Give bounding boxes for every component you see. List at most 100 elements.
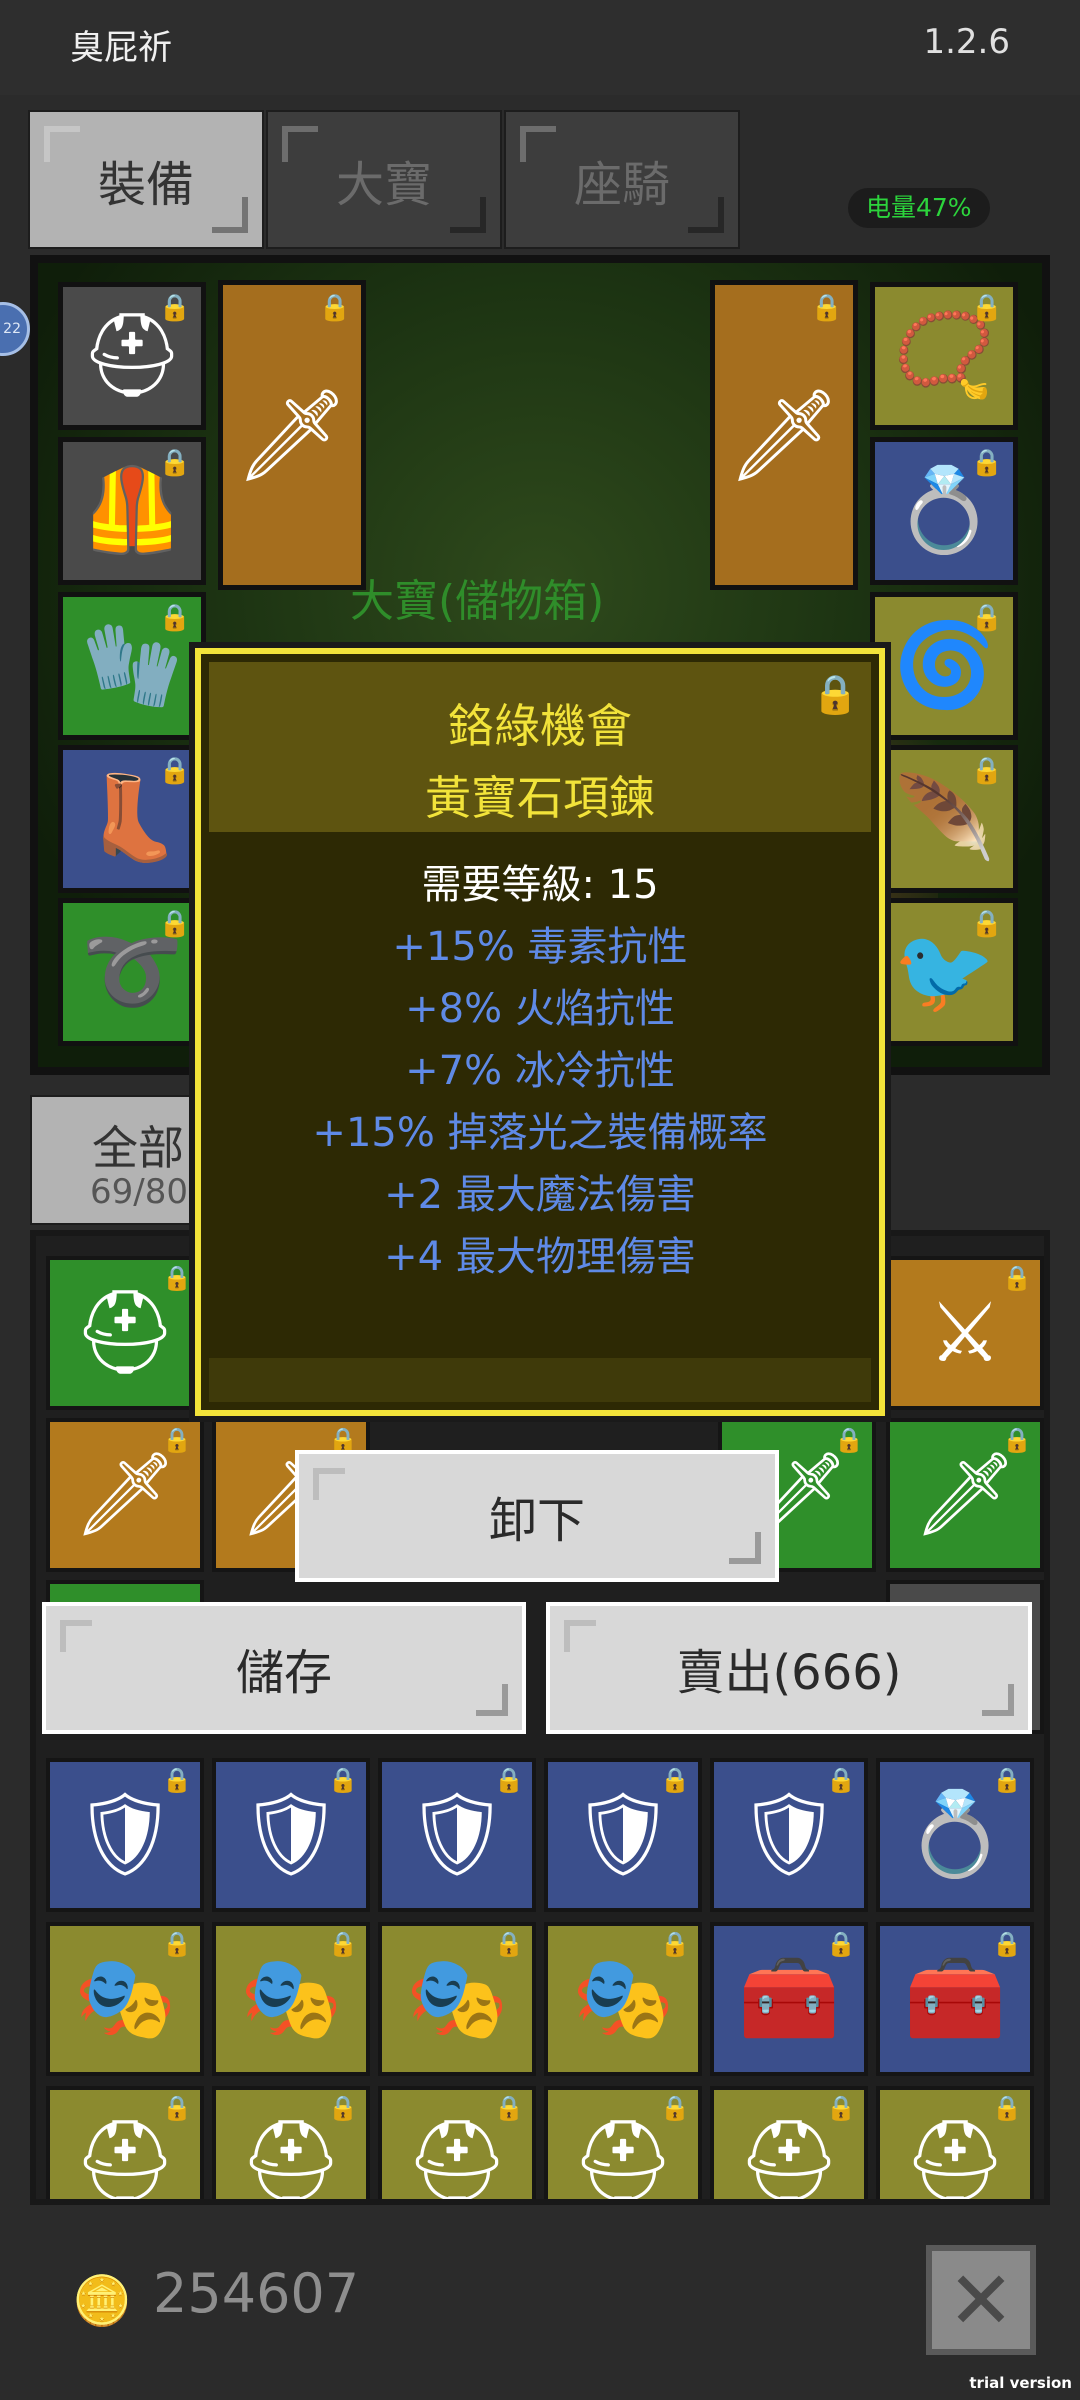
belt-slot[interactable]: ➰ 🔒 — [58, 898, 206, 1046]
shield-icon: 🛡 — [404, 1787, 510, 1882]
helmet-icon: ⛑ — [902, 2115, 1008, 2205]
inventory-slot[interactable]: ⛑ 🔒 — [544, 2086, 702, 2199]
item-name: 黃寶石項鍊 — [425, 771, 655, 825]
shield-icon: 🛡 — [72, 1787, 178, 1882]
lock-icon: 🔒 — [660, 1930, 690, 1958]
lock-icon: 🔒 — [970, 756, 1003, 786]
close-button[interactable]: ✕ — [926, 2245, 1036, 2355]
inventory-slot[interactable]: ⛑ 🔒 — [378, 2086, 536, 2205]
dagger-icon: 🗡 — [912, 1447, 1018, 1542]
gloves-slot[interactable]: 🧤 🔒 — [58, 592, 206, 740]
lock-icon: 🔒 — [970, 293, 1003, 323]
stat-line: +15% 毒素抗性 — [392, 924, 688, 970]
shield-icon: 🛡 — [736, 1787, 842, 1882]
sword-icon: 🗡 — [72, 1447, 178, 1542]
tooltip-footer — [209, 1358, 871, 1402]
lock-icon: 🔒 — [328, 2094, 358, 2122]
lock-icon: 🔒 — [162, 2094, 192, 2122]
lock-icon: 🔒 — [158, 756, 191, 786]
lock-icon: 🔒 — [158, 293, 191, 323]
tab-equipment[interactable]: 裝備 — [28, 110, 264, 249]
left-weapon-slot[interactable]: 🗡 🔒 — [218, 280, 366, 590]
inventory-slot[interactable]: 🛡 🔒 — [378, 1758, 536, 1912]
version-label: 1.2.6 — [923, 22, 1010, 62]
helmet-icon: ⛑ — [238, 2115, 344, 2205]
tab-treasure[interactable]: 大寶 — [266, 110, 502, 249]
inventory-slot[interactable]: ⚔ 🔒 — [886, 1256, 1044, 1410]
mask-icon: 🎭 — [405, 1951, 509, 2046]
amulet-slot[interactable]: 🌀 🔒 — [870, 592, 1018, 740]
helmet-icon: ⛑ — [72, 1285, 178, 1380]
lock-icon: 🔒 — [992, 1930, 1022, 1958]
boots-slot[interactable]: 👢 🔒 — [58, 745, 206, 893]
inventory-slot[interactable]: ⛑ 🔒 — [710, 2086, 868, 2199]
inventory-slot[interactable]: ⛑ 🔒 — [212, 2086, 370, 2205]
lock-icon: 🔒 — [1002, 1426, 1032, 1454]
storage-label[interactable]: 大寶(儲物箱) — [350, 565, 604, 629]
lock-icon: 🔒 — [494, 1766, 524, 1794]
lock-icon: 🔒 — [970, 448, 1003, 478]
inventory-slot[interactable]: 🎭 🔒 — [212, 1922, 370, 2076]
lock-icon: 🔒 — [328, 1930, 358, 1958]
helmet-icon: ⛑ — [404, 2115, 510, 2205]
inventory-count: 69/80 — [90, 1172, 188, 1212]
right-weapon-slot[interactable]: 🗡 🔒 — [710, 280, 858, 590]
inventory-slot[interactable]: 🗡 🔒 — [46, 1418, 204, 1572]
inventory-slot[interactable]: 🛡 🔒 — [212, 1758, 370, 1912]
lock-icon: 🔒 — [992, 1766, 1022, 1794]
lock-icon: 🔒 — [834, 1426, 864, 1454]
inventory-slot[interactable]: 🧰 🔒 — [876, 1922, 1034, 2076]
side-badge[interactable]: 22 — [0, 302, 30, 356]
inventory-slot[interactable]: ⛑ 🔒 — [46, 2086, 204, 2199]
lock-icon: 🔒 — [992, 2094, 1022, 2122]
inventory-slot[interactable]: 🎭 🔒 — [378, 1922, 536, 2076]
lock-icon: 🔒 — [162, 1426, 192, 1454]
app-title: 臭屁祈 — [70, 28, 172, 68]
cloak-slot[interactable]: 🪶 🔒 — [870, 745, 1018, 893]
lock-icon: 🔒 — [162, 1766, 192, 1794]
inventory-slot[interactable]: 💍 🔒 — [876, 1758, 1034, 1912]
store-button[interactable]: 儲存 — [42, 1602, 526, 1734]
item-set-name: 鉻綠機會 — [448, 699, 632, 753]
sword-icon: 🗡 — [234, 382, 350, 488]
lock-icon: 🔒 — [494, 1930, 524, 1958]
inventory-slot[interactable]: 🛡 🔒 — [544, 1758, 702, 1912]
stat-line: +4 最大物理傷害 — [384, 1234, 696, 1280]
scythe-icon: ⚔ — [928, 1285, 1002, 1381]
inventory-slot[interactable]: 🎭 🔒 — [544, 1922, 702, 2076]
unequip-button[interactable]: 卸下 — [295, 1450, 779, 1582]
close-icon: ✕ — [947, 2253, 1015, 2347]
helmet-slot[interactable]: ⛑ 🔒 — [58, 282, 206, 430]
armor-slot[interactable]: 🦺 🔒 — [58, 437, 206, 585]
inventory-slot[interactable]: 🛡 🔒 — [46, 1758, 204, 1912]
inventory-slot[interactable]: 🛡 🔒 — [710, 1758, 868, 1912]
pet-slot[interactable]: 🐦 🔒 — [870, 898, 1018, 1046]
mask-icon: 🎭 — [73, 1951, 177, 2046]
lock-icon: 🔒 — [328, 1766, 358, 1794]
necklace-slot[interactable]: 📿 🔒 — [870, 282, 1018, 430]
inventory-slot[interactable]: ⛑ 🔒 — [46, 1256, 204, 1410]
lock-icon: 🔒 — [660, 1766, 690, 1794]
inventory-slot[interactable]: ⛑ 🔒 — [876, 2086, 1034, 2205]
inventory-slot[interactable]: 🧰 🔒 — [710, 1922, 868, 2076]
lock-icon: 🔒 — [970, 909, 1003, 939]
lock-icon: 🔒 — [162, 1930, 192, 1958]
inventory-slot[interactable]: 🗡 🔒 — [886, 1418, 1044, 1572]
tab-mount[interactable]: 座騎 — [504, 110, 740, 249]
lock-icon: 🔒 — [826, 1930, 856, 1958]
lock-icon: 🔒 — [494, 2094, 524, 2122]
trial-watermark: trial version — [969, 2374, 1072, 2392]
stat-line: +15% 掉落光之裝備概率 — [312, 1110, 768, 1156]
lock-icon: 🔒 — [158, 909, 191, 939]
lock-icon: 🔒 — [158, 448, 191, 478]
chest-icon: 🧰 — [903, 1951, 1007, 2046]
lock-icon: 🔒 — [826, 1766, 856, 1794]
sell-button[interactable]: 賣出(666) — [546, 1602, 1032, 1734]
item-tooltip: 🔒 鉻綠機會 黃寶石項鍊 需要等級: 15 +15% 毒素抗性 +8% 火焰抗性… — [195, 648, 885, 1416]
mask-icon: 🎭 — [239, 1951, 343, 2046]
mask-icon: 🎭 — [571, 1951, 675, 2046]
ring-slot[interactable]: 💍 🔒 — [870, 437, 1018, 585]
lock-icon: 🔒 — [970, 603, 1003, 633]
shield-icon: 🛡 — [570, 1787, 676, 1882]
inventory-slot[interactable]: 🎭 🔒 — [46, 1922, 204, 2076]
